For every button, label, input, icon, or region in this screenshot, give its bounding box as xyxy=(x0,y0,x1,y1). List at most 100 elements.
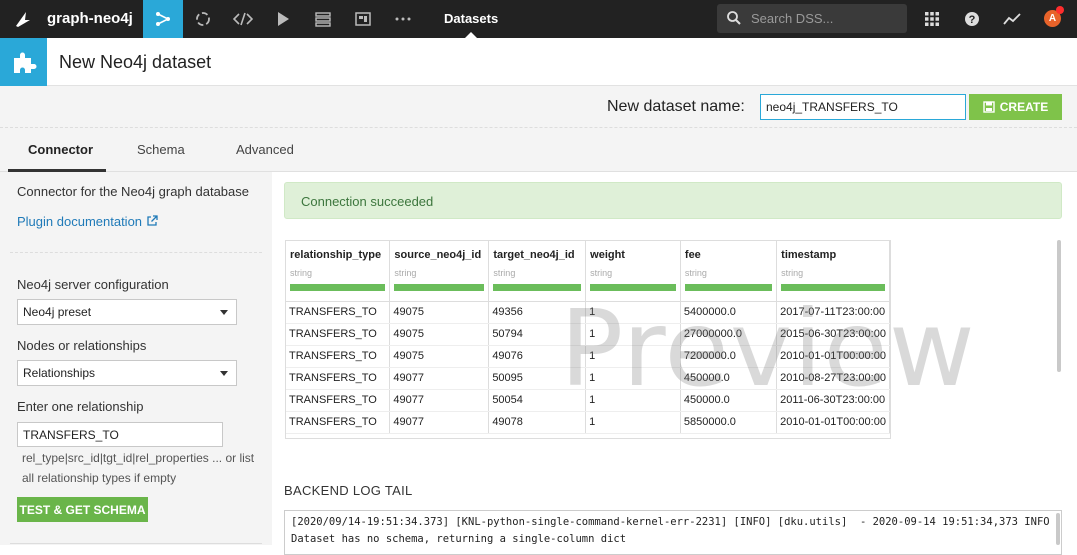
table-cell: 49075 xyxy=(389,345,490,368)
create-button-label: CREATE xyxy=(999,100,1049,114)
column-header[interactable]: timestamp string xyxy=(776,241,890,302)
table-cell: 2011-06-30T23:00:00 xyxy=(776,389,890,412)
table-row: TRANSFERS_TO 49077 49078 1 5850000.0 2010-01-… xyxy=(286,411,890,434)
relationship-input[interactable] xyxy=(17,422,223,447)
column-validity-bar xyxy=(493,284,582,291)
section-divider xyxy=(10,543,262,544)
section-divider xyxy=(10,252,262,253)
log-line: [2020/09/14-19:51:34.373] [KNL-python-si… xyxy=(291,516,1050,528)
tab-connector[interactable]: Connector xyxy=(28,142,93,157)
table-cell: 2015-06-30T23:00:00 xyxy=(776,323,890,346)
dashboard-icon[interactable] xyxy=(343,0,383,38)
column-type: string xyxy=(590,268,613,278)
table-cell: 49075 xyxy=(389,301,490,324)
column-name: source_neo4j_id xyxy=(394,249,482,261)
more-icon[interactable] xyxy=(383,0,423,38)
column-type: string xyxy=(781,268,804,278)
relationship-hint: rel_type|src_id|tgt_id|rel_properties ..… xyxy=(22,451,255,485)
plugin-documentation-link[interactable]: Plugin documentation xyxy=(17,214,158,229)
code-icon[interactable] xyxy=(223,0,263,38)
tab-advanced[interactable]: Advanced xyxy=(236,142,294,157)
column-header[interactable]: fee string xyxy=(680,241,778,302)
log-line: Dataset has no schema, returning a singl… xyxy=(291,533,627,545)
table-cell: 1 xyxy=(585,411,681,434)
backend-log-box[interactable]: [2020/09/14-19:51:34.373] [KNL-python-si… xyxy=(284,510,1062,555)
table-cell: 49077 xyxy=(389,411,490,434)
table-cell: 2010-01-01T00:00:00 xyxy=(776,345,890,368)
help-icon[interactable]: ? xyxy=(961,9,983,29)
server-config-label: Neo4j server configuration xyxy=(17,277,169,292)
table-row: TRANSFERS_TO 49077 50054 1 450000.0 2011-06-3… xyxy=(286,389,890,412)
notification-badge xyxy=(1056,6,1064,14)
page-header: New Neo4j dataset xyxy=(0,38,1077,86)
search-input[interactable] xyxy=(751,9,901,28)
table-cell: TRANSFERS_TO xyxy=(286,301,391,324)
connector-description: Connector for the Neo4j graph database xyxy=(17,184,249,199)
data-preview-table[interactable]: relationship_type string source_neo4j_id s… xyxy=(285,240,891,439)
log-scrollbar[interactable] xyxy=(1056,513,1060,545)
section-label[interactable]: Datasets xyxy=(444,11,498,26)
apps-grid-icon[interactable] xyxy=(921,9,943,29)
table-cell: 7200000.0 xyxy=(680,345,778,368)
table-cell: 1 xyxy=(585,323,681,346)
save-icon xyxy=(983,101,995,113)
column-header[interactable]: target_neo4j_idstring xyxy=(488,241,587,302)
activity-chart-icon[interactable] xyxy=(1001,9,1023,29)
connection-status-alert: Connection succeeded xyxy=(284,182,1062,219)
jobs-icon[interactable] xyxy=(183,0,223,38)
svg-text:?: ? xyxy=(969,14,976,26)
table-cell: 1 xyxy=(585,367,681,390)
column-validity-bar xyxy=(290,284,386,291)
search-icon xyxy=(727,11,741,25)
chevron-down-icon xyxy=(220,310,228,315)
create-button[interactable]: CREATE xyxy=(969,94,1062,120)
table-cell: TRANSFERS_TO xyxy=(286,389,391,412)
table-cell: 49077 xyxy=(389,367,490,390)
table-cell: 27000000.0 xyxy=(680,323,778,346)
table-cell: 2010-01-01T00:00:00 xyxy=(776,411,890,434)
deploy-icon[interactable] xyxy=(303,0,343,38)
column-name: timestamp xyxy=(781,249,837,261)
table-cell: 49078 xyxy=(488,411,587,434)
external-link-icon xyxy=(147,215,158,226)
column-name: target_neo4j_id xyxy=(493,249,575,261)
page-title: New Neo4j dataset xyxy=(59,52,212,72)
flow-icon[interactable] xyxy=(143,0,183,38)
table-cell: 2017-07-11T23:00:00 xyxy=(776,301,890,324)
global-search[interactable] xyxy=(717,4,907,33)
column-type: string xyxy=(290,268,313,278)
table-cell: 2010-08-27T23:00:00 xyxy=(776,367,890,390)
column-type: string xyxy=(394,268,417,278)
test-get-schema-button[interactable]: TEST & GET SCHEMA xyxy=(17,497,148,522)
server-config-select[interactable]: Neo4j preset xyxy=(17,299,237,325)
table-cell: TRANSFERS_TO xyxy=(286,411,391,434)
dataset-name-bar: New dataset name: CREATE xyxy=(0,86,1077,128)
dataset-name-input[interactable] xyxy=(760,94,966,120)
column-name: weight xyxy=(590,249,625,261)
tab-bar: Connector Schema Advanced xyxy=(0,128,1077,172)
table-row: TRANSFERS_TO 49075 49356 1 5400000.0 2017-07-… xyxy=(286,301,890,324)
table-row: TRANSFERS_TO 49075 50794 1 27000000.0 2015-06… xyxy=(286,323,890,346)
column-header[interactable]: weight string xyxy=(585,241,681,302)
run-icon[interactable] xyxy=(263,0,303,38)
dataiku-logo-icon[interactable] xyxy=(12,8,34,30)
column-type: string xyxy=(493,268,516,278)
table-row: TRANSFERS_TO 49077 50095 1 450000.0 2010-08-2… xyxy=(286,367,890,390)
connector-settings-panel: Connector for the Neo4j graph database P… xyxy=(0,172,272,545)
nodes-relationships-select[interactable]: Relationships xyxy=(17,360,237,386)
preview-scrollbar[interactable] xyxy=(1057,240,1061,372)
tab-schema[interactable]: Schema xyxy=(137,142,185,157)
nodes-relationships-value: Relationships xyxy=(23,366,96,380)
table-cell: 50095 xyxy=(488,367,587,390)
dataset-name-label: New dataset name: xyxy=(607,98,745,115)
table-cell: 50794 xyxy=(488,323,587,346)
column-validity-bar xyxy=(590,284,676,291)
backend-log-title: BACKEND LOG TAIL xyxy=(284,483,413,498)
project-name[interactable]: graph-neo4j xyxy=(47,10,133,27)
table-cell: 50054 xyxy=(488,389,587,412)
chevron-down-icon xyxy=(220,371,228,376)
column-header[interactable]: source_neo4j_idstring xyxy=(389,241,490,302)
plugin-puzzle-icon xyxy=(0,38,47,86)
column-header[interactable]: relationship_type string xyxy=(286,241,391,302)
table-cell: 49075 xyxy=(389,323,490,346)
